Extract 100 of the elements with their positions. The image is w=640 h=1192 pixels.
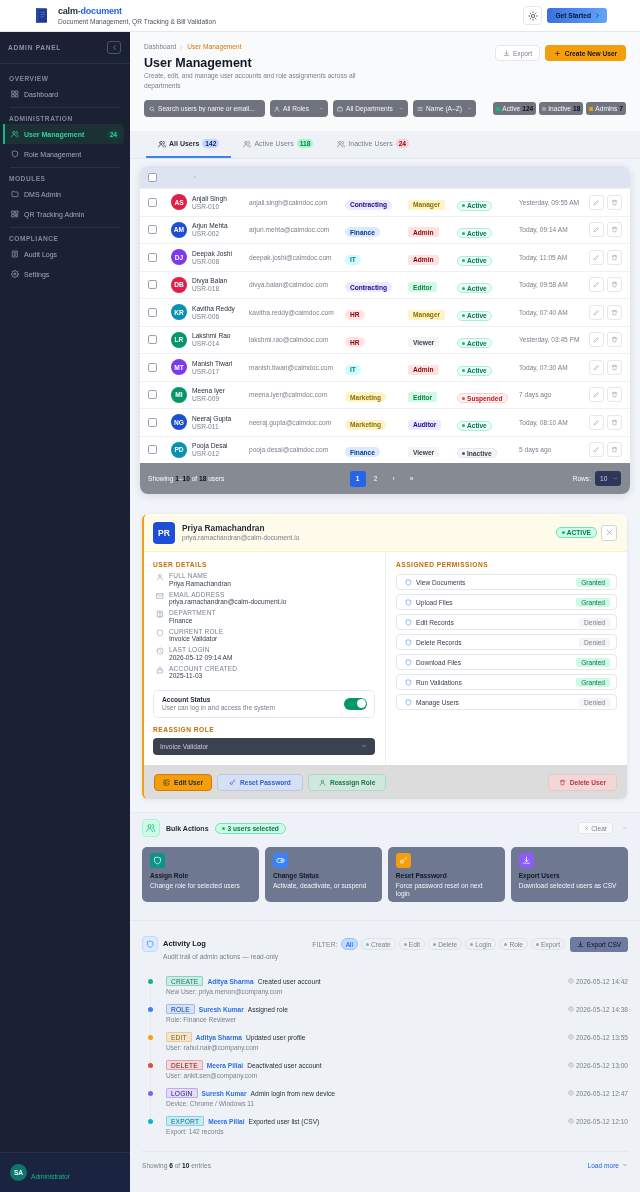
chevron-down-icon [622, 1162, 628, 1168]
edit-button[interactable] [589, 194, 604, 210]
shield-icon [11, 150, 19, 158]
row-checkbox[interactable] [148, 197, 157, 207]
chevron-down-icon [467, 106, 472, 111]
users-icon [337, 139, 346, 148]
edit-button[interactable] [589, 387, 604, 403]
user-icon [156, 573, 164, 581]
chevron-left-icon [110, 44, 118, 51]
shield-icon [405, 578, 412, 586]
building-icon [156, 610, 164, 619]
row-checkbox[interactable] [148, 390, 157, 400]
theme-toggle-button[interactable] [523, 6, 543, 25]
dot-icon [366, 942, 369, 946]
edit-button[interactable] [589, 304, 604, 320]
book-logo-icon [36, 8, 47, 23]
shield-icon [405, 598, 412, 606]
trash-icon [611, 308, 618, 316]
user-icon [274, 105, 280, 112]
clock-icon [567, 1118, 574, 1124]
pencil-icon [593, 363, 600, 371]
edit-button[interactable] [589, 222, 604, 238]
clock-icon [567, 1006, 574, 1012]
plus-icon [553, 49, 561, 57]
sun-icon [527, 10, 538, 21]
select-all-checkbox[interactable] [148, 172, 157, 182]
status-dot-icon [462, 341, 465, 345]
lock-icon [156, 665, 164, 674]
row-checkbox[interactable] [148, 252, 157, 262]
trash-icon [611, 336, 618, 344]
close-button[interactable] [601, 524, 617, 541]
pencil-icon [593, 391, 600, 399]
delete-button[interactable] [607, 277, 622, 293]
clock-icon [156, 647, 164, 656]
edit-button[interactable] [589, 359, 604, 375]
shield-icon [405, 678, 412, 686]
trash-icon [558, 778, 566, 786]
shield-icon [405, 698, 412, 706]
status-dot-icon [462, 369, 465, 373]
folder-icon [11, 190, 19, 198]
toggle-switch[interactable] [344, 697, 367, 710]
status-dot-icon [462, 231, 465, 235]
dot-icon [535, 942, 539, 946]
status-dot-icon [462, 286, 465, 290]
edit-button[interactable] [589, 277, 604, 293]
delete-button[interactable] [607, 222, 622, 238]
clock-icon [567, 1062, 574, 1068]
download-icon [576, 940, 584, 948]
delete-button[interactable] [607, 414, 622, 430]
trash-icon [611, 363, 618, 371]
pencil-icon [593, 281, 600, 289]
trash-icon [611, 281, 618, 289]
row-checkbox[interactable] [148, 362, 157, 372]
qr-code-icon [11, 210, 19, 218]
edit-button[interactable] [589, 442, 604, 458]
pencil-icon [593, 418, 600, 426]
delete-button[interactable] [607, 359, 622, 375]
trash-icon [611, 226, 618, 234]
trash-icon [611, 253, 618, 261]
delete-button[interactable] [607, 249, 622, 265]
edit-button[interactable] [589, 332, 604, 348]
edit-button[interactable] [589, 249, 604, 265]
delete-button[interactable] [607, 332, 622, 348]
brand-name: calm-document [58, 5, 123, 17]
shield-icon [142, 936, 158, 952]
row-checkbox[interactable] [148, 225, 157, 235]
dot-icon [433, 942, 437, 946]
shield-icon [405, 658, 412, 666]
chevron-right-icon [179, 44, 185, 50]
chevron-down-icon [613, 476, 618, 481]
edit-button[interactable] [589, 414, 604, 430]
shield-icon [405, 638, 412, 646]
pencil-icon [593, 308, 600, 316]
dot-icon [504, 942, 508, 946]
delete-button[interactable] [607, 442, 622, 458]
shield-icon [156, 628, 164, 637]
download-icon [502, 49, 510, 57]
users-icon [142, 819, 160, 837]
status-dot-icon [462, 314, 465, 318]
grid-icon [11, 90, 19, 98]
trash-icon [611, 446, 618, 454]
collapse-sidebar-button[interactable] [107, 41, 121, 54]
clock-icon [567, 1034, 574, 1040]
row-checkbox[interactable] [148, 307, 157, 317]
row-checkbox[interactable] [148, 280, 157, 290]
row-checkbox[interactable] [148, 335, 157, 345]
dot-icon [403, 942, 407, 946]
users-icon [243, 139, 252, 148]
dot-icon [470, 942, 474, 946]
pencil-icon [593, 336, 600, 344]
row-checkbox[interactable] [148, 445, 157, 455]
users-icon [11, 130, 19, 138]
delete-button[interactable] [607, 387, 622, 403]
pencil-icon [593, 198, 600, 206]
delete-button[interactable] [607, 194, 622, 210]
delete-button[interactable] [607, 304, 622, 320]
shield-icon [405, 618, 412, 626]
edit-icon [163, 778, 170, 786]
row-checkbox[interactable] [148, 417, 157, 427]
key-icon [228, 778, 236, 786]
